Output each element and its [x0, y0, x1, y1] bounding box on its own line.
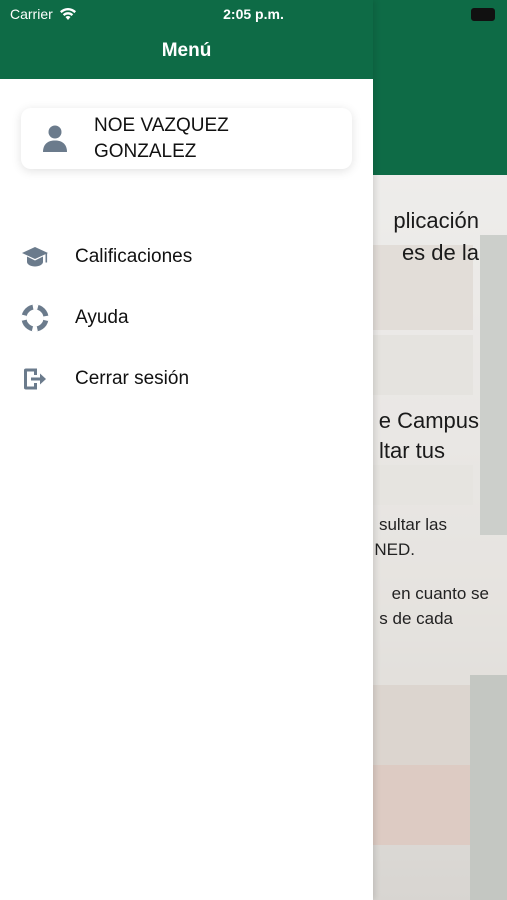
user-icon: [43, 125, 67, 152]
drawer-title: Menú: [161, 40, 212, 61]
background-heading-line: ltar tus: [378, 438, 445, 463]
screen: plicación es de la e Campus ltar tus sul…: [0, 0, 507, 900]
background-heading-line: plicación: [393, 208, 479, 233]
background-heading-line: es de la: [401, 240, 479, 265]
status-bar: Carrier 2:05 p.m.: [0, 0, 507, 30]
life-ring-icon: [21, 303, 49, 332]
menu-item-calificaciones[interactable]: Calificaciones: [0, 226, 373, 287]
background-paragraph-line: s de cada: [379, 609, 453, 628]
sign-out-icon: [21, 365, 49, 393]
menu-item-ayuda[interactable]: Ayuda: [0, 287, 373, 348]
side-drawer: Menú NOE VAZQUEZ GONZALEZ Calificaciones: [0, 0, 373, 900]
menu-label-ayuda: Ayuda: [75, 306, 129, 328]
background-paragraph-line: NED.: [374, 540, 415, 559]
graduation-cap-icon: [21, 243, 49, 271]
menu-item-cerrar-sesion[interactable]: Cerrar sesión: [0, 348, 373, 409]
menu-label-calificaciones: Calificaciones: [75, 245, 193, 267]
drawer-menu: Calificaciones Ayuda Cerrar sesión: [0, 226, 373, 409]
user-name: NOE VAZQUEZ GONZALEZ: [94, 115, 229, 162]
background-heading-line: e Campus: [378, 408, 479, 433]
menu-label-cerrar-sesion: Cerrar sesión: [75, 367, 190, 389]
background-paragraph-line: en cuanto se: [391, 584, 489, 603]
status-time: 2:05 p.m.: [223, 6, 284, 22]
background-paragraph-line: sultar las: [378, 515, 447, 534]
user-card[interactable]: NOE VAZQUEZ GONZALEZ: [21, 108, 352, 169]
battery-icon: [471, 8, 495, 21]
